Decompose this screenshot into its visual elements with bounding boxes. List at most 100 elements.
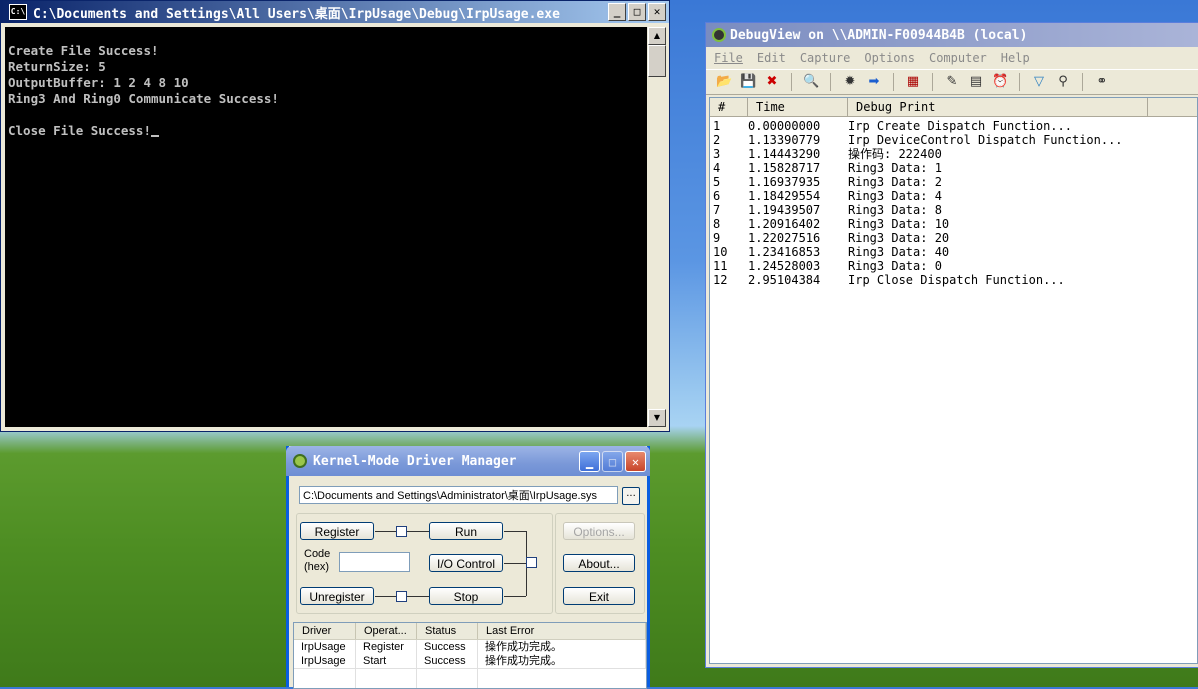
cell-number: 7 bbox=[713, 203, 721, 217]
driver-path-input[interactable]: C:\Documents and Settings\Administrator\… bbox=[299, 486, 618, 504]
run-button[interactable]: Run bbox=[429, 522, 503, 540]
cell-debug-print: 操作码: 222400 bbox=[848, 147, 942, 161]
table-row[interactable]: 4 1.15828717 Ring3 Data: 1 bbox=[710, 161, 1197, 175]
filter-icon[interactable]: ▽ bbox=[1031, 74, 1047, 90]
list-empty-row bbox=[294, 668, 646, 688]
scroll-thumb[interactable] bbox=[648, 45, 666, 77]
list-item[interactable]: IrpUsage Start Success 操作成功完成。 bbox=[294, 654, 646, 668]
cell-debug-print: Irp Create Dispatch Function... bbox=[848, 119, 1072, 133]
register-button[interactable]: Register bbox=[300, 522, 374, 540]
cell-number: 8 bbox=[713, 217, 721, 231]
col-header-time[interactable]: Time bbox=[748, 98, 848, 116]
empty-cell bbox=[294, 669, 356, 688]
cell-last-error: 操作成功完成。 bbox=[478, 640, 646, 654]
cell-number: 9 bbox=[713, 231, 721, 245]
console-line: OutputBuffer: 1 2 4 8 10 bbox=[8, 75, 189, 90]
debugview-toolbar: 📂 💾 ✖ 🔍 ✹ ➡ ▦ ✎ ▤ ⏰ ▽ ⚲ ⚭ bbox=[706, 69, 1198, 95]
table-row[interactable]: 9 1.22027516 Ring3 Data: 20 bbox=[710, 231, 1197, 245]
console-line: Create File Success! bbox=[8, 43, 159, 58]
col-header-status[interactable]: Status bbox=[417, 623, 478, 639]
operations-log-list[interactable]: Driver Operat... Status Last Error IrpUs… bbox=[293, 622, 647, 689]
table-row[interactable]: 11 1.24528003 Ring3 Data: 0 bbox=[710, 259, 1197, 273]
console-output[interactable]: Create File Success! ReturnSize: 5 OutputB… bbox=[5, 27, 647, 427]
clear-log-icon[interactable]: ✖ bbox=[764, 74, 780, 90]
cell-debug-print: Ring3 Data: 1 bbox=[848, 161, 942, 175]
cell-number: 4 bbox=[713, 161, 721, 175]
exit-button[interactable]: Exit bbox=[563, 587, 635, 605]
table-row[interactable]: 1 0.00000000 Irp Create Dispatch Function.… bbox=[710, 119, 1197, 133]
browse-button[interactable]: ... bbox=[622, 487, 640, 505]
cell-time: 1.15828717 bbox=[748, 161, 821, 175]
menu-help[interactable]: Help bbox=[1001, 51, 1030, 65]
debug-log-grid[interactable]: # Time Debug Print 1 0.00000000 Irp Create… bbox=[709, 97, 1198, 664]
register-status-indicator bbox=[396, 526, 407, 537]
table-row[interactable]: 2 1.13390779 Irp DeviceControl Dispatch Fu… bbox=[710, 133, 1197, 147]
find-icon[interactable]: 🔍 bbox=[803, 74, 819, 90]
driver-manager-titlebar[interactable]: Kernel-Mode Driver Manager ▁ □ ✕ bbox=[286, 446, 650, 476]
scroll-up-icon[interactable]: ▲ bbox=[648, 27, 666, 45]
menu-capture[interactable]: Capture bbox=[800, 51, 851, 65]
col-header-operation[interactable]: Operat... bbox=[356, 623, 417, 639]
stop-button[interactable]: Stop bbox=[429, 587, 503, 605]
highlight-icon[interactable]: ▦ bbox=[905, 74, 921, 90]
menu-computer[interactable]: Computer bbox=[929, 51, 987, 65]
open-icon[interactable]: 📂 bbox=[716, 74, 732, 90]
edit-filter-icon[interactable]: ✎ bbox=[944, 74, 960, 90]
code-hex-input[interactable] bbox=[339, 552, 410, 572]
cell-time: 1.23416853 bbox=[748, 245, 821, 259]
debugview-titlebar[interactable]: DebugView on \\ADMIN-F00944B4B (local) bbox=[706, 23, 1198, 47]
toolbar-separator bbox=[830, 73, 831, 91]
cell-time: 2.95104384 bbox=[748, 273, 821, 287]
save-icon[interactable]: 💾 bbox=[740, 74, 756, 90]
cell-operation: Start bbox=[356, 654, 417, 668]
binoculars-icon[interactable]: ⚭ bbox=[1094, 74, 1110, 90]
table-row[interactable]: 10 1.23416853 Ring3 Data: 40 bbox=[710, 245, 1197, 259]
cell-number: 6 bbox=[713, 189, 721, 203]
io-control-button[interactable]: I/O Control bbox=[429, 554, 503, 572]
debugview-window: DebugView on \\ADMIN-F00944B4B (local) F… bbox=[705, 22, 1198, 668]
run-status-indicator bbox=[526, 557, 537, 568]
capture-icon[interactable]: ✹ bbox=[842, 74, 858, 90]
history-icon[interactable]: ▤ bbox=[968, 74, 984, 90]
console-titlebar[interactable]: C:\ C:\Documents and Settings\All Users\… bbox=[1, 1, 669, 23]
col-header-last-error[interactable]: Last Error bbox=[478, 623, 646, 639]
close-button[interactable]: ✕ bbox=[648, 3, 666, 21]
autoscroll-icon[interactable]: ➡ bbox=[866, 74, 882, 90]
menu-file[interactable]: File bbox=[714, 51, 743, 65]
list-item[interactable]: IrpUsage Register Success 操作成功完成。 bbox=[294, 640, 646, 654]
cell-number: 3 bbox=[713, 147, 721, 161]
menu-options[interactable]: Options bbox=[864, 51, 915, 65]
cell-time: 1.14443290 bbox=[748, 147, 821, 161]
maximize-button[interactable]: □ bbox=[628, 3, 646, 21]
connector-line bbox=[504, 563, 526, 564]
driver-manager-title: Kernel-Mode Driver Manager bbox=[313, 453, 517, 469]
menu-edit[interactable]: Edit bbox=[757, 51, 786, 65]
col-header-debug-print[interactable]: Debug Print bbox=[848, 98, 1148, 116]
about-button[interactable]: About... bbox=[563, 554, 635, 572]
scroll-down-icon[interactable]: ▼ bbox=[648, 409, 666, 427]
minimize-button[interactable]: _ bbox=[608, 3, 626, 21]
cell-debug-print: Ring3 Data: 8 bbox=[848, 203, 942, 217]
unregister-button[interactable]: Unregister bbox=[300, 587, 374, 605]
col-header-driver[interactable]: Driver bbox=[294, 623, 356, 639]
clock-icon[interactable]: ⏰ bbox=[992, 74, 1008, 90]
list-header: Driver Operat... Status Last Error bbox=[294, 623, 646, 640]
table-row[interactable]: 6 1.18429554 Ring3 Data: 4 bbox=[710, 189, 1197, 203]
pin-icon[interactable]: ⚲ bbox=[1055, 74, 1071, 90]
minimize-button[interactable]: ▁ bbox=[579, 450, 600, 472]
col-header-number[interactable]: # bbox=[710, 98, 748, 116]
cell-status: Success bbox=[417, 640, 478, 654]
connector-line bbox=[375, 531, 396, 532]
close-button[interactable]: ✕ bbox=[625, 450, 646, 472]
table-row[interactable]: 8 1.20916402 Ring3 Data: 10 bbox=[710, 217, 1197, 231]
table-row[interactable]: 3 1.14443290 操作码: 222400 bbox=[710, 147, 1197, 161]
table-row[interactable]: 12 2.95104384 Irp Close Dispatch Function.… bbox=[710, 273, 1197, 287]
code-label-line: Code bbox=[304, 548, 331, 560]
console-scrollbar[interactable]: ▲ ▼ bbox=[648, 27, 666, 427]
table-row[interactable]: 7 1.19439507 Ring3 Data: 8 bbox=[710, 203, 1197, 217]
table-row[interactable]: 5 1.16937935 Ring3 Data: 2 bbox=[710, 175, 1197, 189]
connector-line bbox=[504, 531, 526, 532]
toolbar-separator bbox=[791, 73, 792, 91]
cell-debug-print: Ring3 Data: 4 bbox=[848, 189, 942, 203]
